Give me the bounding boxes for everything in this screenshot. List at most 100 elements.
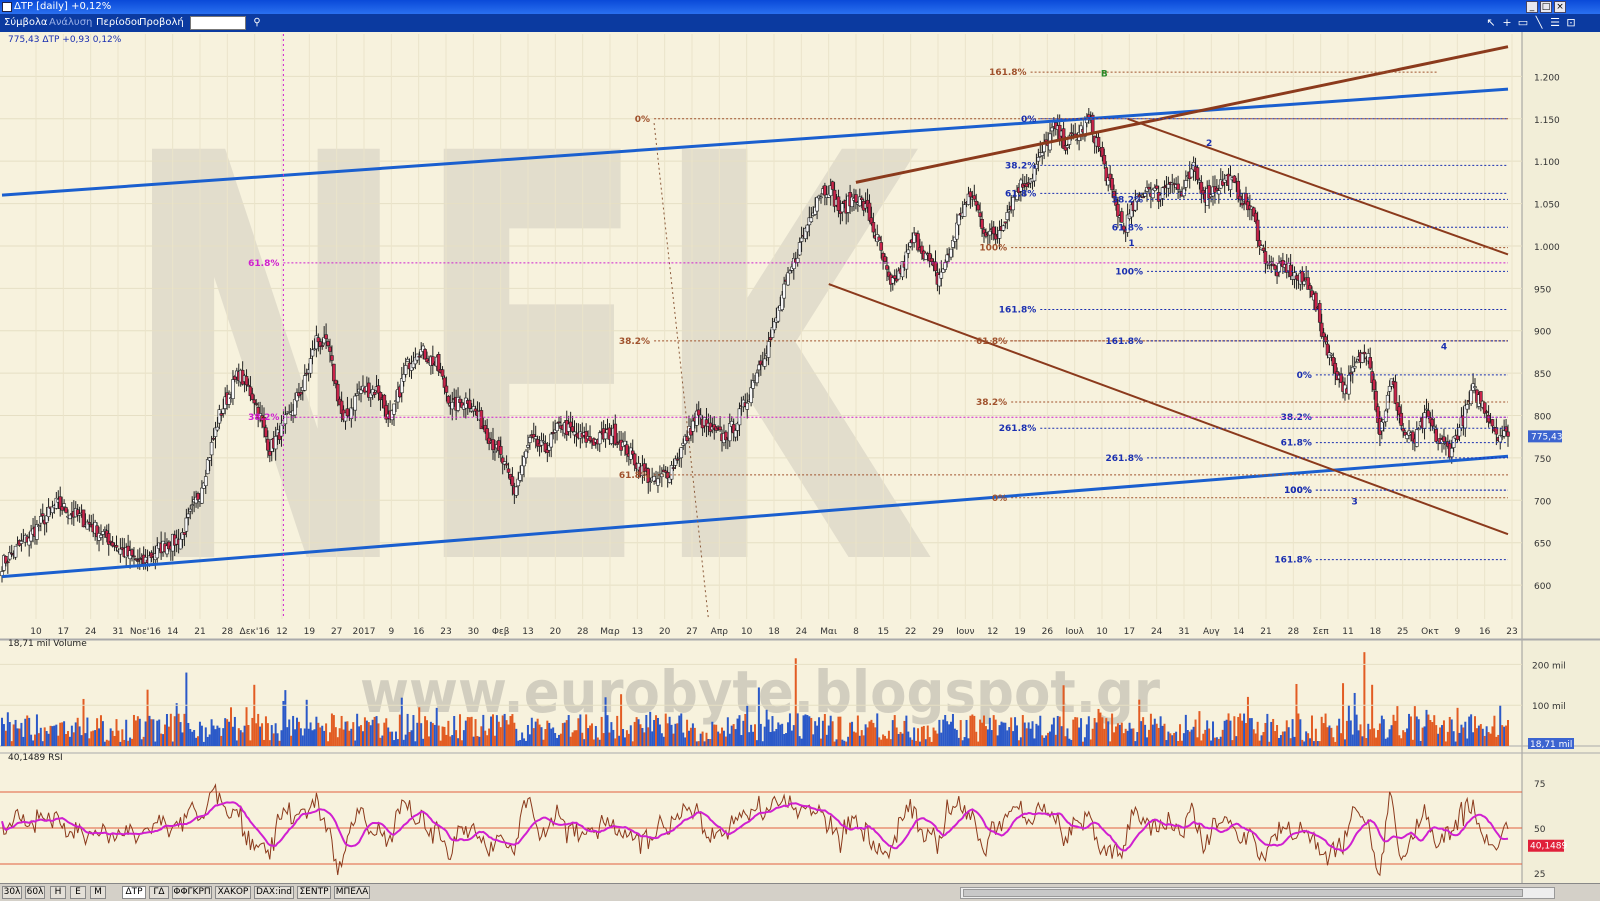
candle-body [883, 256, 887, 262]
volume-bar [540, 727, 543, 746]
volume-bar [1347, 705, 1350, 746]
volume-bar [959, 720, 962, 746]
volume-bar [1392, 714, 1395, 746]
symbol-tab-xakor[interactable]: ΧΑΚΟΡ [215, 886, 251, 899]
volume-bar [1105, 718, 1108, 746]
candle-body [1442, 436, 1446, 442]
volume-bar [195, 737, 198, 746]
volume-bar [282, 700, 285, 746]
volume-bar [1359, 724, 1362, 746]
candle-body [1362, 351, 1367, 355]
volume-bar [513, 722, 516, 746]
volume-bar [59, 722, 62, 746]
candle-body [1036, 156, 1041, 162]
volume-bar [1355, 714, 1358, 746]
volume-bar [457, 738, 460, 746]
candle-body [101, 531, 105, 535]
volume-bar [115, 719, 118, 746]
volume-bar [647, 727, 650, 746]
maximize-button[interactable]: □ [1540, 1, 1552, 13]
rectangle-icon[interactable]: ▭ [1516, 16, 1530, 30]
horizontal-scrollbar[interactable] [960, 887, 1555, 899]
period-tab-30[interactable]: 30λ [2, 886, 22, 899]
fib-blue-382b-label: 38.2% [1112, 195, 1143, 205]
chart-area[interactable]: NEK www.eurobyte.blogspot.gr 600 650 700 750 8… [0, 32, 1600, 883]
candle-body [956, 214, 961, 226]
chart-canvas[interactable]: NEKwww.eurobyte.blogspot.gr6006507007508… [0, 32, 1600, 883]
period-tab-60[interactable]: 60λ [25, 886, 45, 899]
crosshair-icon[interactable]: + [1500, 16, 1514, 30]
line-tool-icon[interactable]: ╲ [1532, 16, 1546, 30]
symbol-tab-gd[interactable]: ΓΔ [149, 886, 169, 899]
period-tab-hourly[interactable]: H [50, 886, 66, 899]
volume-bar [1019, 737, 1022, 746]
window-title: ΔΤΡ [daily] +0,12% [14, 1, 112, 12]
volume-bar [711, 721, 714, 746]
volume-bar [990, 730, 993, 746]
volume-bar [398, 714, 401, 746]
volume-bar [1163, 723, 1166, 746]
menu-view[interactable]: Προβολή [139, 16, 184, 30]
volume-bar [1089, 739, 1092, 746]
volume-bar [612, 729, 615, 746]
candle-body [1360, 353, 1365, 363]
candle-body [283, 414, 288, 425]
symbol-tab-dtr[interactable]: ΔΤΡ [122, 886, 146, 899]
volume-bar [1130, 728, 1133, 746]
volume-bar [833, 741, 836, 746]
menu-symbols[interactable]: Σύμβολα [4, 16, 47, 30]
volume-bar [1074, 717, 1077, 746]
volume-bar [1033, 738, 1036, 746]
candle-body [250, 393, 255, 400]
candle-body [541, 440, 546, 443]
scrollbar-thumb[interactable] [963, 889, 1523, 897]
volume-bar [1147, 729, 1150, 746]
volume-bar [664, 713, 667, 746]
cursor-icon[interactable]: ↖ [1484, 16, 1498, 30]
symbol-tab-sentr[interactable]: ΣΕΝΤΡ [297, 886, 331, 899]
volume-bar [812, 734, 815, 746]
fib-blue-382-label: 38.2% [1005, 161, 1036, 171]
search-icon[interactable]: ⚲ [250, 16, 264, 30]
candle-body [62, 503, 66, 508]
volume-bar [1124, 728, 1127, 746]
volume-bar [1113, 732, 1116, 746]
period-tab-weekly[interactable]: E [70, 886, 86, 899]
x-tick-label: 19 [1014, 627, 1026, 637]
volume-bar [1182, 733, 1185, 746]
symbol-tab-ffgrp[interactable]: ΦΦΓΚΡΠ [172, 886, 212, 899]
minimize-button[interactable]: _ [1526, 1, 1538, 13]
volume-bar [717, 731, 720, 746]
volume-bar [1047, 732, 1050, 746]
volume-bar [1285, 720, 1288, 746]
candle-body [1393, 381, 1398, 404]
volume-bar [1093, 718, 1096, 746]
volume-bar [222, 728, 225, 746]
fib-pink-382-label: 38.2% [248, 413, 279, 423]
period-tab-monthly[interactable]: M [90, 886, 106, 899]
menu-periods[interactable]: Περίοδοι [96, 16, 140, 30]
zoom-icon[interactable]: ⊡ [1564, 16, 1578, 30]
candle-body [1277, 263, 1281, 273]
fibonacci-icon[interactable]: ☰ [1548, 16, 1562, 30]
close-button[interactable]: × [1554, 1, 1566, 13]
volume-bar [1264, 722, 1267, 746]
volume-bar [1076, 717, 1079, 746]
volume-bar [1452, 731, 1455, 746]
fib-brown-618-label: 61.8% [619, 471, 650, 481]
candle-body [330, 355, 334, 361]
symbol-input[interactable] [190, 16, 246, 30]
volume-bar [290, 735, 293, 746]
menu-analysis[interactable]: Ανάλυση [49, 16, 92, 30]
volume-bar [237, 728, 240, 746]
symbol-tab-bela[interactable]: ΜΠΕΛΑ [334, 886, 370, 899]
volume-bar [136, 716, 139, 746]
volume-bar [1035, 723, 1038, 746]
symbol-tab-dax[interactable]: DAX:ind [254, 886, 294, 899]
volume-bar [639, 724, 642, 746]
candle-body [718, 426, 722, 431]
volume-bar [552, 727, 555, 746]
candle-body [444, 385, 449, 393]
candle-body [762, 358, 767, 367]
volume-bar [255, 723, 258, 746]
